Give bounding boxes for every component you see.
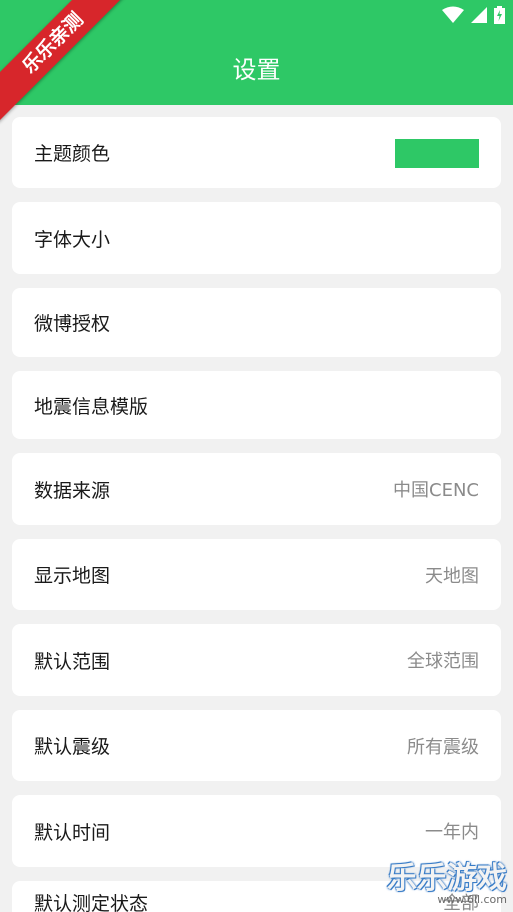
setting-weibo-auth[interactable]: 微博授权 — [12, 288, 501, 357]
setting-label: 默认时间 — [34, 821, 111, 844]
wifi-icon — [442, 6, 464, 23]
setting-label: 主题颜色 — [34, 143, 111, 165]
settings-list: 主题颜色 字体大小 微博授权 地震信息模版 数据来源 中国CENC 显示地图 天… — [0, 0, 513, 912]
setting-value: 所有震级 — [407, 736, 479, 758]
theme-color-swatch[interactable] — [395, 139, 479, 168]
site-watermark: 乐乐游戏 www.6ll.com — [387, 864, 507, 906]
setting-default-magnitude[interactable]: 默认震级 所有震级 — [12, 710, 501, 781]
signal-icon — [471, 7, 487, 23]
setting-label: 字体大小 — [34, 228, 111, 251]
setting-value: 天地图 — [425, 565, 479, 587]
setting-font-size[interactable]: 字体大小 — [12, 202, 501, 274]
status-bar-icons — [442, 6, 505, 24]
setting-label: 默认测定状态 — [34, 893, 149, 912]
setting-value: 全球范围 — [407, 651, 479, 672]
setting-label: 微博授权 — [34, 313, 111, 335]
watermark-title: 乐乐游戏 — [387, 861, 507, 896]
setting-label: 显示地图 — [34, 565, 111, 587]
setting-value: 一年内 — [425, 822, 479, 843]
page-title: 设置 — [232, 56, 281, 84]
setting-map-display[interactable]: 显示地图 天地图 — [12, 539, 501, 610]
setting-quake-template[interactable]: 地震信息模版 — [12, 371, 501, 439]
battery-icon — [494, 6, 505, 24]
setting-default-time[interactable]: 默认时间 一年内 — [12, 795, 501, 867]
setting-value: 中国CENC — [393, 480, 479, 501]
setting-label: 默认范围 — [34, 650, 111, 673]
setting-label: 数据来源 — [34, 479, 111, 502]
setting-default-range[interactable]: 默认范围 全球范围 — [12, 624, 501, 696]
setting-label: 默认震级 — [34, 736, 111, 758]
setting-data-source[interactable]: 数据来源 中国CENC — [12, 453, 501, 525]
setting-theme-color[interactable]: 主题颜色 — [12, 117, 501, 188]
setting-label: 地震信息模版 — [34, 395, 149, 418]
